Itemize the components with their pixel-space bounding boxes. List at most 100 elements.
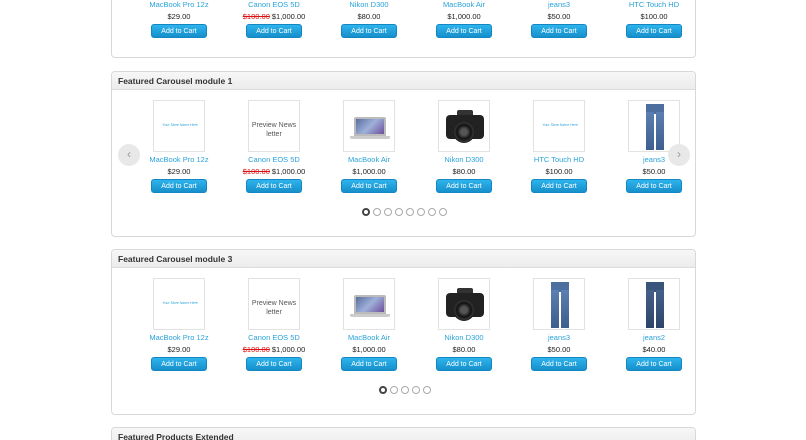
featured-products-extended-module: Featured Products Extended xyxy=(111,427,696,440)
current-price: $50.00 xyxy=(547,345,571,354)
product-image[interactable] xyxy=(533,278,585,330)
add-to-cart-button[interactable]: Add to Cart xyxy=(436,357,492,371)
pagination-dot[interactable] xyxy=(411,386,420,394)
preview-newsletter-placeholder: Preview News letter xyxy=(251,122,297,138)
product-card: Your Store Name Here MacBook Pro 12z $29.0… xyxy=(139,100,219,193)
add-to-cart-button[interactable]: Add to Cart xyxy=(626,24,682,38)
product-image[interactable] xyxy=(438,100,490,152)
add-to-cart-button[interactable]: Add to Cart xyxy=(531,179,587,193)
product-card: Nikon D300 $80.00 Add to Cart xyxy=(424,278,504,371)
product-image[interactable] xyxy=(628,100,680,152)
product-card: jeans2 $40.00 Add to Cart xyxy=(614,278,694,371)
product-card: Your Store Name Here HTC Touch HD $100.00 A… xyxy=(519,100,599,193)
product-name-link[interactable]: Canon EOS 5D xyxy=(234,333,314,343)
store-logo-image: Your Store Name Here xyxy=(162,301,198,305)
add-to-cart-button[interactable]: Add to Cart xyxy=(246,24,302,38)
product-image[interactable] xyxy=(438,278,490,330)
add-to-cart-button[interactable]: Add to Cart xyxy=(626,357,682,371)
product-price: $80.00 xyxy=(424,345,504,355)
product-price: $50.00 xyxy=(519,345,599,355)
product-card: MacBook Air $1,000.00 Add to Cart xyxy=(329,278,409,371)
pagination-dot[interactable] xyxy=(378,386,387,394)
product-name-link[interactable]: HTC Touch HD xyxy=(519,155,599,165)
chevron-left-icon: ‹ xyxy=(127,147,131,161)
product-card: Preview News letter Canon EOS 5D $100.00 $1… xyxy=(234,278,314,371)
product-name-link[interactable]: MacBook Air xyxy=(329,333,409,343)
product-image[interactable]: Preview News letter xyxy=(248,278,300,330)
product-name-link[interactable]: jeans2 xyxy=(614,333,694,343)
current-price: $80.00 xyxy=(452,345,476,354)
current-price: $100.00 xyxy=(545,167,573,176)
product-image[interactable] xyxy=(343,278,395,330)
add-to-cart-button[interactable]: Add to Cart xyxy=(436,179,492,193)
product-name-link[interactable]: Nikon D300 xyxy=(329,0,409,10)
product-image[interactable]: Your Store Name Here xyxy=(153,100,205,152)
carousel-prev-button[interactable]: ‹ xyxy=(118,144,140,166)
store-logo-image: Your Store Name Here xyxy=(162,123,198,127)
pagination-dot[interactable] xyxy=(422,386,431,394)
product-name-link[interactable]: jeans3 xyxy=(519,0,599,10)
pagination-dot[interactable] xyxy=(439,208,447,216)
current-price: $29.00 xyxy=(167,345,191,354)
product-image[interactable] xyxy=(628,278,680,330)
carousel-next-button[interactable]: › xyxy=(668,144,690,166)
product-name-link[interactable]: Nikon D300 xyxy=(424,333,504,343)
product-card: Canon EOS 5D $100.00 $1,000.00 Add to Cart xyxy=(234,0,314,38)
pagination-dot[interactable] xyxy=(384,208,392,216)
current-price: $1,000.00 xyxy=(447,12,481,21)
product-name-link[interactable]: HTC Touch HD xyxy=(614,0,694,10)
add-to-cart-button[interactable]: Add to Cart xyxy=(531,24,587,38)
add-to-cart-button[interactable]: Add to Cart xyxy=(151,357,207,371)
product-name-link[interactable]: Canon EOS 5D xyxy=(234,0,314,10)
product-price: $40.00 xyxy=(614,345,694,355)
add-to-cart-button[interactable]: Add to Cart xyxy=(531,357,587,371)
product-name-link[interactable]: MacBook Air xyxy=(424,0,504,10)
current-price: $29.00 xyxy=(167,12,191,21)
add-to-cart-button[interactable]: Add to Cart xyxy=(436,24,492,38)
product-price: $50.00 xyxy=(614,167,694,177)
current-price: $1,000.00 xyxy=(271,167,306,176)
product-card: MacBook Air $1,000.00 Add to Cart xyxy=(424,0,504,38)
product-price: $100.00 xyxy=(519,167,599,177)
product-name-link[interactable]: Canon EOS 5D xyxy=(234,155,314,165)
module-title: Featured Carousel module 3 xyxy=(112,250,695,268)
product-price: $100.00 $1,000.00 xyxy=(234,167,314,177)
product-card: Preview News letter Canon EOS 5D $100.00 $1… xyxy=(234,100,314,193)
product-image[interactable]: Your Store Name Here xyxy=(533,100,585,152)
add-to-cart-button[interactable]: Add to Cart xyxy=(626,179,682,193)
add-to-cart-button[interactable]: Add to Cart xyxy=(151,24,207,38)
product-card: MacBook Air $1,000.00 Add to Cart xyxy=(329,100,409,193)
current-price: $1,000.00 xyxy=(352,167,386,176)
preview-newsletter-placeholder: Preview News letter xyxy=(251,300,297,316)
product-name-link[interactable]: Nikon D300 xyxy=(424,155,504,165)
product-price: $29.00 xyxy=(139,345,219,355)
product-image[interactable]: Preview News letter xyxy=(248,100,300,152)
pagination-dot[interactable] xyxy=(428,208,436,216)
product-name-link[interactable]: MacBook Pro 12z xyxy=(139,155,219,165)
add-to-cart-button[interactable]: Add to Cart xyxy=(341,24,397,38)
product-name-link[interactable]: jeans3 xyxy=(519,333,599,343)
product-price: $1,000.00 xyxy=(424,12,504,22)
old-price: $100.00 xyxy=(242,345,270,354)
product-price: $50.00 xyxy=(519,12,599,22)
pagination-dot[interactable] xyxy=(400,386,409,394)
pagination-dot[interactable] xyxy=(362,208,370,216)
pagination-dot[interactable] xyxy=(373,208,381,216)
add-to-cart-button[interactable]: Add to Cart xyxy=(151,179,207,193)
pagination-dot[interactable] xyxy=(389,386,398,394)
product-image[interactable]: Your Store Name Here xyxy=(153,278,205,330)
pagination-dot[interactable] xyxy=(406,208,414,216)
pagination-dot[interactable] xyxy=(395,208,403,216)
product-image[interactable] xyxy=(343,100,395,152)
product-price: $80.00 xyxy=(329,12,409,22)
product-card: Your Store Name Here MacBook Pro 12z $29.0… xyxy=(139,278,219,371)
current-price: $40.00 xyxy=(642,345,666,354)
product-name-link[interactable]: MacBook Pro 12z xyxy=(139,333,219,343)
product-name-link[interactable]: MacBook Pro 12z xyxy=(139,0,219,10)
add-to-cart-button[interactable]: Add to Cart xyxy=(341,357,397,371)
add-to-cart-button[interactable]: Add to Cart xyxy=(246,357,302,371)
add-to-cart-button[interactable]: Add to Cart xyxy=(246,179,302,193)
add-to-cart-button[interactable]: Add to Cart xyxy=(341,179,397,193)
pagination-dot[interactable] xyxy=(417,208,425,216)
product-name-link[interactable]: MacBook Air xyxy=(329,155,409,165)
